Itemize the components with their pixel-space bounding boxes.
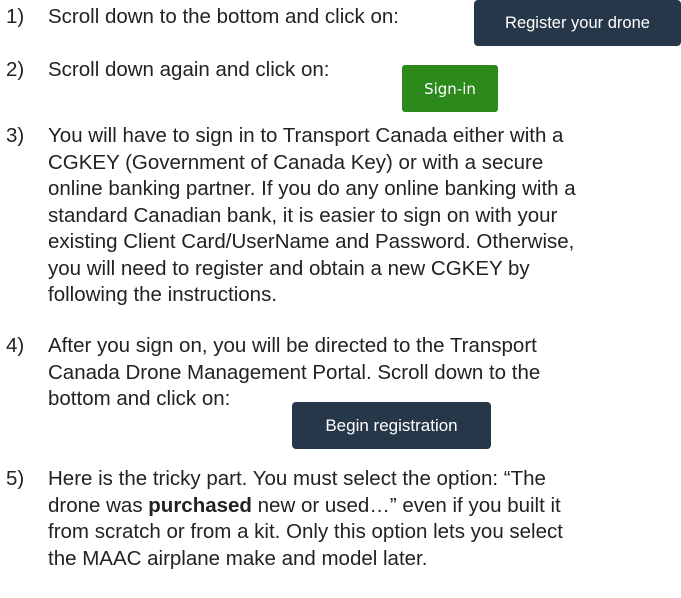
step-number: 5): [6, 467, 25, 490]
step-text-fragment: new or used…” even if you built it: [251, 493, 561, 517]
step-text-line: existing Client Card/UserName and Passwo…: [48, 230, 575, 253]
step-text-line: standard Canadian bank, it is easier to …: [48, 203, 558, 227]
step-text-line: from scratch or from a kit. Only this op…: [48, 520, 563, 543]
emphasis-purchased: purchased: [148, 493, 252, 517]
step-text-line: drone was purchased new or used…” even i…: [48, 493, 561, 520]
step-number: 4): [6, 334, 25, 357]
step-text-line: CGKEY (Government of Canada Key) or with…: [48, 150, 544, 174]
begin-registration-button[interactable]: Begin registration: [292, 402, 491, 449]
step-text-line: following the instructions.: [48, 283, 278, 306]
step-text: Scroll down to the bottom and click on:: [48, 5, 399, 28]
step-text-line: the MAAC airplane make and model later.: [48, 546, 428, 570]
sign-in-button[interactable]: Sign-in: [402, 65, 498, 112]
step-text-line: Here is the tricky part. You must select…: [48, 467, 546, 490]
step-text-line: You will have to sign in to Transport Ca…: [48, 124, 564, 147]
step-number: 3): [6, 124, 25, 147]
register-drone-button[interactable]: Register your drone: [474, 0, 681, 46]
step-text: Scroll down again and click on:: [48, 58, 330, 81]
step-number: 2): [6, 58, 25, 81]
step-text-line: online banking partner. If you do any on…: [48, 177, 576, 200]
step-text-line: you will need to register and obtain a n…: [48, 256, 530, 280]
step-number: 1): [6, 5, 25, 28]
step-text-line: Canada Drone Management Portal. Scroll d…: [48, 360, 541, 384]
step-text-line: bottom and click on:: [48, 387, 231, 410]
step-text-fragment: drone was: [48, 493, 149, 517]
step-text-line: After you sign on, you will be directed …: [48, 334, 537, 357]
